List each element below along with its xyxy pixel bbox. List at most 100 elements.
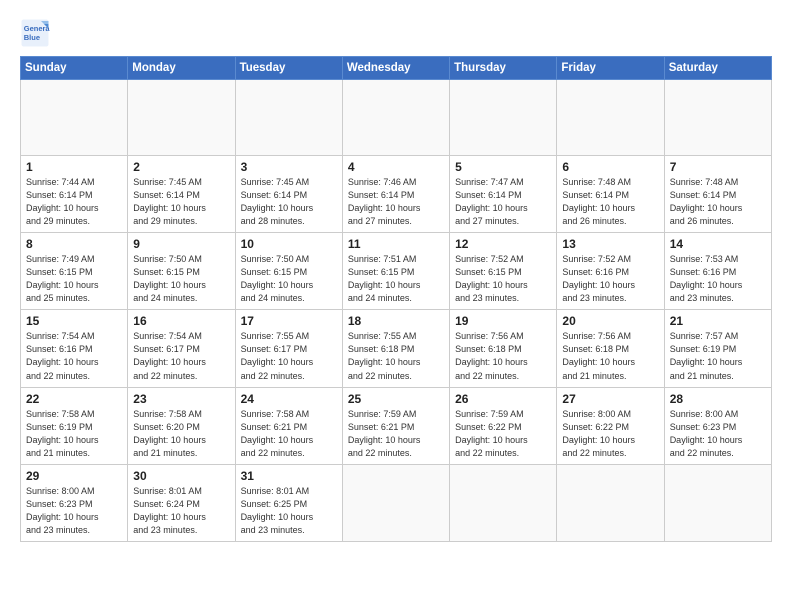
- calendar-cell: 15 Sunrise: 7:54 AM Sunset: 6:16 PM Dayli…: [21, 310, 128, 387]
- day-info: Sunrise: 7:56 AM Sunset: 6:18 PM Dayligh…: [455, 330, 551, 382]
- day-info: Sunrise: 7:57 AM Sunset: 6:19 PM Dayligh…: [670, 330, 766, 382]
- calendar-table: SundayMondayTuesdayWednesdayThursdayFrid…: [20, 56, 772, 542]
- calendar-cell: 21 Sunrise: 7:57 AM Sunset: 6:19 PM Dayli…: [664, 310, 771, 387]
- calendar-cell: 10 Sunrise: 7:50 AM Sunset: 6:15 PM Dayli…: [235, 233, 342, 310]
- day-info: Sunrise: 7:51 AM Sunset: 6:15 PM Dayligh…: [348, 253, 444, 305]
- calendar-cell: 5 Sunrise: 7:47 AM Sunset: 6:14 PM Daylig…: [450, 156, 557, 233]
- day-number: 18: [348, 314, 444, 328]
- day-info: Sunrise: 7:53 AM Sunset: 6:16 PM Dayligh…: [670, 253, 766, 305]
- calendar-cell: 23 Sunrise: 7:58 AM Sunset: 6:20 PM Dayli…: [128, 387, 235, 464]
- day-number: 16: [133, 314, 229, 328]
- calendar-cell: 19 Sunrise: 7:56 AM Sunset: 6:18 PM Dayli…: [450, 310, 557, 387]
- weekday-thursday: Thursday: [450, 57, 557, 80]
- page: General Blue SundayMondayTuesdayWednesda…: [0, 0, 792, 612]
- day-info: Sunrise: 7:55 AM Sunset: 6:17 PM Dayligh…: [241, 330, 337, 382]
- day-info: Sunrise: 7:56 AM Sunset: 6:18 PM Dayligh…: [562, 330, 658, 382]
- day-number: 20: [562, 314, 658, 328]
- calendar-cell: 14 Sunrise: 7:53 AM Sunset: 6:16 PM Dayli…: [664, 233, 771, 310]
- logo: General Blue: [20, 18, 54, 48]
- calendar-cell: [557, 80, 664, 156]
- day-number: 29: [26, 469, 122, 483]
- calendar-cell: 2 Sunrise: 7:45 AM Sunset: 6:14 PM Daylig…: [128, 156, 235, 233]
- calendar-cell: 31 Sunrise: 8:01 AM Sunset: 6:25 PM Dayli…: [235, 464, 342, 541]
- calendar-cell: 29 Sunrise: 8:00 AM Sunset: 6:23 PM Dayli…: [21, 464, 128, 541]
- day-number: 4: [348, 160, 444, 174]
- calendar-cell: [128, 80, 235, 156]
- day-number: 31: [241, 469, 337, 483]
- weekday-friday: Friday: [557, 57, 664, 80]
- day-info: Sunrise: 7:58 AM Sunset: 6:21 PM Dayligh…: [241, 408, 337, 460]
- day-info: Sunrise: 8:00 AM Sunset: 6:23 PM Dayligh…: [26, 485, 122, 537]
- day-number: 2: [133, 160, 229, 174]
- day-number: 5: [455, 160, 551, 174]
- calendar-week-0: [21, 80, 772, 156]
- logo-icon: General Blue: [20, 18, 50, 48]
- weekday-tuesday: Tuesday: [235, 57, 342, 80]
- day-number: 8: [26, 237, 122, 251]
- calendar-cell: [450, 80, 557, 156]
- day-info: Sunrise: 7:48 AM Sunset: 6:14 PM Dayligh…: [562, 176, 658, 228]
- day-info: Sunrise: 7:58 AM Sunset: 6:20 PM Dayligh…: [133, 408, 229, 460]
- day-info: Sunrise: 7:58 AM Sunset: 6:19 PM Dayligh…: [26, 408, 122, 460]
- day-number: 28: [670, 392, 766, 406]
- day-number: 13: [562, 237, 658, 251]
- calendar-week-3: 15 Sunrise: 7:54 AM Sunset: 6:16 PM Dayli…: [21, 310, 772, 387]
- calendar-cell: 24 Sunrise: 7:58 AM Sunset: 6:21 PM Dayli…: [235, 387, 342, 464]
- calendar-cell: [342, 464, 449, 541]
- day-number: 19: [455, 314, 551, 328]
- calendar-cell: 26 Sunrise: 7:59 AM Sunset: 6:22 PM Dayli…: [450, 387, 557, 464]
- calendar-cell: 3 Sunrise: 7:45 AM Sunset: 6:14 PM Daylig…: [235, 156, 342, 233]
- day-info: Sunrise: 7:47 AM Sunset: 6:14 PM Dayligh…: [455, 176, 551, 228]
- calendar-cell: 20 Sunrise: 7:56 AM Sunset: 6:18 PM Dayli…: [557, 310, 664, 387]
- calendar-cell: 28 Sunrise: 8:00 AM Sunset: 6:23 PM Dayli…: [664, 387, 771, 464]
- day-number: 17: [241, 314, 337, 328]
- calendar-cell: 25Sunrise: 7:59 AM Sunset: 6:21 PM Dayli…: [342, 387, 449, 464]
- calendar-cell: 18 Sunrise: 7:55 AM Sunset: 6:18 PM Dayli…: [342, 310, 449, 387]
- day-info: Sunrise: 7:50 AM Sunset: 6:15 PM Dayligh…: [241, 253, 337, 305]
- svg-text:Blue: Blue: [24, 33, 40, 42]
- day-number: 27: [562, 392, 658, 406]
- day-number: 23: [133, 392, 229, 406]
- calendar-week-2: 8Sunrise: 7:49 AM Sunset: 6:15 PM Daylig…: [21, 233, 772, 310]
- day-info: Sunrise: 7:44 AM Sunset: 6:14 PM Dayligh…: [26, 176, 122, 228]
- calendar-cell: 11Sunrise: 7:51 AM Sunset: 6:15 PM Dayli…: [342, 233, 449, 310]
- day-info: Sunrise: 7:59 AM Sunset: 6:22 PM Dayligh…: [455, 408, 551, 460]
- day-info: Sunrise: 7:45 AM Sunset: 6:14 PM Dayligh…: [133, 176, 229, 228]
- calendar-cell: 4Sunrise: 7:46 AM Sunset: 6:14 PM Daylig…: [342, 156, 449, 233]
- day-info: Sunrise: 7:48 AM Sunset: 6:14 PM Dayligh…: [670, 176, 766, 228]
- calendar-cell: 16 Sunrise: 7:54 AM Sunset: 6:17 PM Dayli…: [128, 310, 235, 387]
- day-info: Sunrise: 7:45 AM Sunset: 6:14 PM Dayligh…: [241, 176, 337, 228]
- day-info: Sunrise: 8:00 AM Sunset: 6:22 PM Dayligh…: [562, 408, 658, 460]
- weekday-wednesday: Wednesday: [342, 57, 449, 80]
- day-info: Sunrise: 7:52 AM Sunset: 6:15 PM Dayligh…: [455, 253, 551, 305]
- day-info: Sunrise: 8:00 AM Sunset: 6:23 PM Dayligh…: [670, 408, 766, 460]
- day-number: 10: [241, 237, 337, 251]
- day-number: 3: [241, 160, 337, 174]
- day-number: 21: [670, 314, 766, 328]
- calendar-cell: [450, 464, 557, 541]
- calendar-week-4: 22Sunrise: 7:58 AM Sunset: 6:19 PM Dayli…: [21, 387, 772, 464]
- day-number: 26: [455, 392, 551, 406]
- day-number: 9: [133, 237, 229, 251]
- day-info: Sunrise: 8:01 AM Sunset: 6:25 PM Dayligh…: [241, 485, 337, 537]
- calendar-cell: 8Sunrise: 7:49 AM Sunset: 6:15 PM Daylig…: [21, 233, 128, 310]
- header: General Blue: [20, 18, 772, 48]
- day-number: 6: [562, 160, 658, 174]
- day-info: Sunrise: 7:54 AM Sunset: 6:17 PM Dayligh…: [133, 330, 229, 382]
- day-number: 14: [670, 237, 766, 251]
- calendar-cell: 12Sunrise: 7:52 AM Sunset: 6:15 PM Dayli…: [450, 233, 557, 310]
- day-number: 15: [26, 314, 122, 328]
- day-number: 1: [26, 160, 122, 174]
- weekday-sunday: Sunday: [21, 57, 128, 80]
- day-number: 30: [133, 469, 229, 483]
- day-number: 24: [241, 392, 337, 406]
- calendar-cell: 30 Sunrise: 8:01 AM Sunset: 6:24 PM Dayli…: [128, 464, 235, 541]
- day-info: Sunrise: 7:54 AM Sunset: 6:16 PM Dayligh…: [26, 330, 122, 382]
- calendar-cell: [664, 80, 771, 156]
- calendar-cell: 13Sunrise: 7:52 AM Sunset: 6:16 PM Dayli…: [557, 233, 664, 310]
- day-number: 25: [348, 392, 444, 406]
- day-info: Sunrise: 7:55 AM Sunset: 6:18 PM Dayligh…: [348, 330, 444, 382]
- day-info: Sunrise: 8:01 AM Sunset: 6:24 PM Dayligh…: [133, 485, 229, 537]
- weekday-monday: Monday: [128, 57, 235, 80]
- calendar-cell: [664, 464, 771, 541]
